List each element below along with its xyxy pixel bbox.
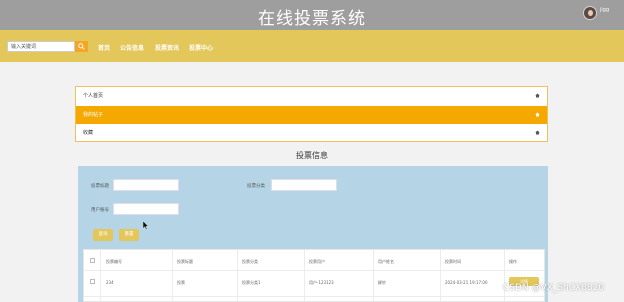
search-button[interactable] [75,41,88,52]
search-input[interactable] [7,41,75,52]
row-checkbox[interactable] [90,279,95,284]
table-cell: 投票分类1 [242,280,261,285]
watermark: CSDN @VX_ShCX8820 [503,283,605,293]
filter-label-title: 投票标题 [91,184,109,189]
vote-table: 投票编号 投票标题 投票分类 投票用户 用户姓名 投票时间 操作 234 投票 … [83,249,545,302]
column-header: 用户姓名 [378,259,394,264]
nav-link-announcements[interactable]: 公告信息 [120,43,144,52]
user-account-input[interactable] [113,203,179,215]
user-menu: 个人首页 我的帖子 收藏 [75,86,548,142]
vote-title-input[interactable] [113,179,179,191]
filter-label-category: 投票分类 [247,184,265,189]
query-button[interactable]: 查询 [93,229,113,241]
table-cell: 用户-123123 [309,280,334,285]
home-icon [535,112,540,117]
nav-link-vote-center[interactable]: 投票中心 [189,43,213,52]
site-title: 在线投票系统 [258,9,366,29]
menu-item-label: 个人首页 [83,93,104,99]
avatar[interactable] [583,6,597,20]
table-cell: 2024-03-21 19:17:00 [445,280,488,285]
menu-item-my-posts[interactable]: 我的帖子 [76,106,547,124]
reset-button[interactable]: 重置 [119,229,139,241]
mouse-cursor-icon [143,221,149,230]
filter-label-account: 用户账号 [91,208,109,213]
column-header: 投票用户 [309,259,325,264]
menu-item-personal-home[interactable]: 个人首页 [76,87,547,105]
table-cell: 柳钞 [378,280,386,285]
search-icon [78,43,85,50]
user-name[interactable]: jigg [600,7,609,13]
menu-item-label: 我的帖子 [83,112,104,118]
table-cell: 投票 [177,280,185,285]
home-icon [535,93,540,98]
vote-category-input[interactable] [271,179,337,191]
menu-item-favorites[interactable]: 收藏 [76,124,547,142]
column-header: 投票标题 [177,259,193,264]
nav-bar: 首页 公告信息 投票资讯 投票中心 [0,30,624,62]
nav-link-home[interactable]: 首页 [98,43,110,52]
section-title: 投票信息 [296,151,328,160]
table-cell: 234 [106,280,114,285]
menu-item-label: 收藏 [83,130,94,136]
column-header: 操作 [509,259,517,264]
column-header: 投票时间 [445,259,461,264]
home-icon [535,130,540,135]
column-header: 投票分类 [242,259,258,264]
top-bar: 在线投票系统 jigg [0,0,624,30]
select-all-checkbox[interactable] [90,258,95,263]
column-header: 投票编号 [106,259,122,264]
nav-link-news[interactable]: 投票资讯 [155,43,179,52]
